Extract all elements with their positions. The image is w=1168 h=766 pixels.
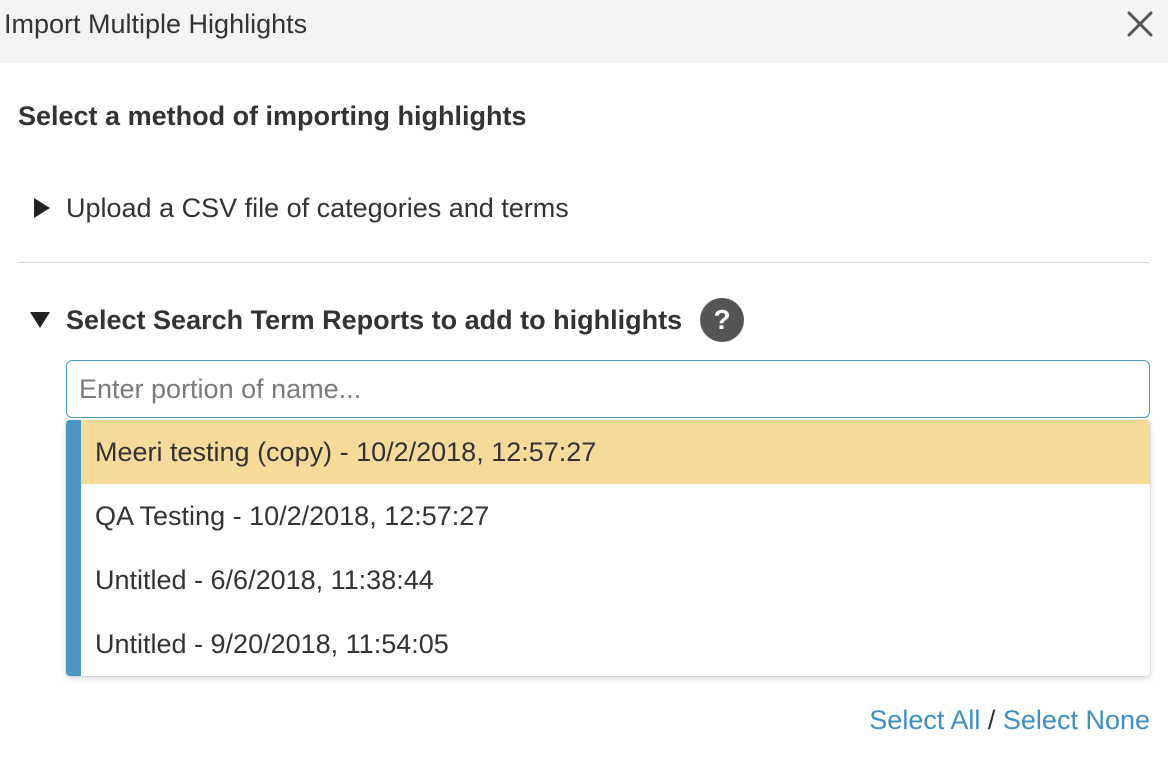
dropdown-accent-bar xyxy=(66,420,81,676)
link-separator: / xyxy=(987,705,996,735)
search-term-reports-toggle[interactable]: Select Search Term Reports to add to hig… xyxy=(30,298,745,342)
caret-down-icon xyxy=(30,312,50,328)
close-icon[interactable] xyxy=(1124,8,1156,40)
select-none-link[interactable]: Select None xyxy=(1003,705,1150,735)
csv-upload-label: Upload a CSV file of categories and term… xyxy=(66,193,569,223)
report-option[interactable]: Untitled - 6/6/2018, 11:38:44 xyxy=(81,548,1150,612)
report-options-list: Meeri testing (copy) - 10/2/2018, 12:57:… xyxy=(81,420,1150,676)
help-icon[interactable]: ? xyxy=(700,298,745,342)
csv-upload-toggle[interactable]: Upload a CSV file of categories and term… xyxy=(30,188,569,228)
report-option[interactable]: Untitled - 9/20/2018, 11:54:05 xyxy=(81,612,1150,676)
dialog-header: Import Multiple Highlights xyxy=(0,0,1168,63)
search-term-reports-label: Select Search Term Reports to add to hig… xyxy=(66,305,683,335)
import-highlights-dialog: Import Multiple Highlights Select a meth… xyxy=(0,0,1168,766)
select-all-link[interactable]: Select All xyxy=(869,705,980,735)
section-divider xyxy=(18,262,1149,263)
select-links: Select All / Select None xyxy=(869,702,1150,738)
dialog-title: Import Multiple Highlights xyxy=(4,9,308,39)
method-heading: Select a method of importing highlights xyxy=(18,101,527,131)
report-option[interactable]: QA Testing - 10/2/2018, 12:57:27 xyxy=(81,484,1150,548)
report-dropdown: Meeri testing (copy) - 10/2/2018, 12:57:… xyxy=(66,420,1150,676)
report-option[interactable]: Meeri testing (copy) - 10/2/2018, 12:57:… xyxy=(81,420,1150,484)
caret-right-icon xyxy=(34,198,50,218)
report-search-input[interactable] xyxy=(66,360,1150,418)
